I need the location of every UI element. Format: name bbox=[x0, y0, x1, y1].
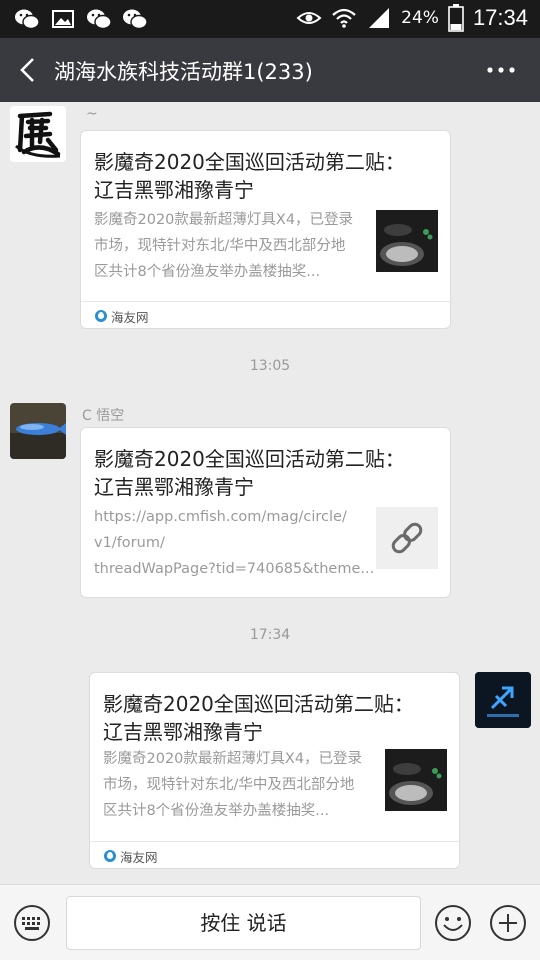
sender-name: ~ bbox=[86, 106, 98, 122]
eye-icon bbox=[296, 12, 322, 24]
notification-icons bbox=[14, 7, 148, 31]
clock: 17:34 bbox=[472, 5, 528, 30]
signal-icon bbox=[369, 8, 390, 28]
source-name: 海友网 bbox=[120, 850, 158, 865]
input-bar: 按住 说话 bbox=[0, 884, 540, 960]
avatar[interactable] bbox=[475, 672, 531, 728]
chat-title: 湖海水族科技活动群1(233) bbox=[54, 60, 313, 84]
card-title: 影魔奇2020全国巡回活动第二贴： 辽吉黑鄂湘豫青宁 bbox=[94, 150, 405, 202]
card-footer: 海友网 bbox=[90, 841, 459, 869]
hold-to-talk-button[interactable]: 按住 说话 bbox=[66, 896, 421, 950]
avatar[interactable] bbox=[10, 403, 66, 459]
link-card[interactable]: 影魔奇2020全国巡回活动第二贴： 辽吉黑鄂湘豫青宁 影魔奇2020款最新超薄灯… bbox=[89, 672, 460, 869]
card-thumbnail bbox=[376, 507, 438, 569]
battery-percent: 24% bbox=[401, 8, 439, 28]
image-icon bbox=[52, 10, 74, 28]
card-footer: 海友网 bbox=[81, 301, 450, 329]
card-description: 影魔奇2020款最新超薄灯具X4，已登录 市场，现特针对东北/华中及西北部分地 … bbox=[103, 751, 363, 819]
wechat-icon bbox=[87, 9, 112, 30]
avatar[interactable] bbox=[10, 106, 66, 162]
wechat-icon bbox=[123, 9, 148, 30]
keyboard-icon[interactable] bbox=[13, 904, 51, 942]
card-description: https://app.cmfish.com/mag/circle/ v1/fo… bbox=[94, 509, 375, 577]
emoji-icon[interactable] bbox=[434, 904, 472, 942]
card-description: 影魔奇2020款最新超薄灯具X4，已登录 市场，现特针对东北/华中及西北部分地 … bbox=[94, 212, 354, 280]
calligraphy-logo-icon bbox=[15, 111, 61, 158]
wechat-icon bbox=[15, 9, 40, 30]
source-logo-icon bbox=[104, 850, 116, 862]
card-title: 影魔奇2020全国巡回活动第二贴： 辽吉黑鄂湘豫青宁 bbox=[94, 447, 405, 499]
message-timestamp: 13:05 bbox=[249, 358, 291, 374]
link-card[interactable]: 影魔奇2020全国巡回活动第二贴： 辽吉黑鄂湘豫青宁 https://app.c… bbox=[80, 427, 451, 598]
plus-icon[interactable] bbox=[489, 904, 527, 942]
card-thumbnail bbox=[376, 210, 438, 272]
more-icon[interactable] bbox=[486, 58, 516, 82]
sagittarius-logo-icon bbox=[475, 672, 531, 728]
fish-photo-icon bbox=[10, 403, 66, 459]
battery-icon bbox=[448, 4, 464, 32]
link-card[interactable]: 影魔奇2020全国巡回活动第二贴： 辽吉黑鄂湘豫青宁 影魔奇2020款最新超薄灯… bbox=[80, 130, 451, 329]
source-logo-icon bbox=[95, 310, 107, 322]
back-icon[interactable] bbox=[14, 54, 44, 86]
source-name: 海友网 bbox=[111, 310, 149, 325]
card-thumbnail bbox=[385, 749, 447, 811]
sender-name: C 悟空 bbox=[82, 408, 125, 424]
wifi-icon bbox=[332, 8, 356, 28]
status-bar: 24% 17:34 bbox=[0, 0, 540, 38]
message-timestamp: 17:34 bbox=[249, 627, 291, 643]
chat-header: 湖海水族科技活动群1(233) bbox=[0, 38, 540, 102]
link-icon bbox=[391, 522, 423, 554]
card-title: 影魔奇2020全国巡回活动第二贴： 辽吉黑鄂湘豫青宁 bbox=[103, 692, 414, 744]
system-icons: 24% 17:34 bbox=[296, 4, 528, 32]
chat-area[interactable]: ~ 影魔奇2020全国巡回活动第二贴： 辽吉黑鄂湘豫青宁 影魔奇2020款最新超… bbox=[0, 102, 540, 884]
